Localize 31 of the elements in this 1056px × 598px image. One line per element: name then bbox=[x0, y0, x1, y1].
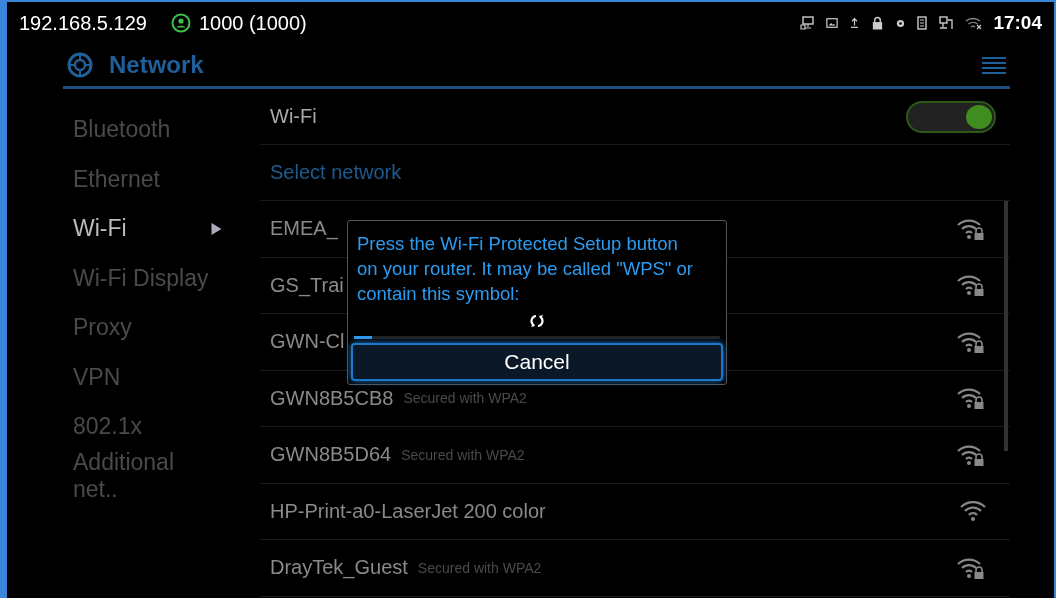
cancel-button[interactable]: Cancel bbox=[351, 343, 723, 381]
sidebar-item[interactable]: 802.1x bbox=[63, 402, 232, 452]
upload-icon bbox=[850, 17, 860, 29]
dialog-message: Press the Wi-Fi Protected Setup button on your router. It may be called "WPS" or contain this symbol: bbox=[356, 232, 694, 306]
section-title: Select network bbox=[270, 161, 402, 184]
desktop-icon bbox=[939, 16, 954, 30]
menu-icon[interactable] bbox=[982, 56, 1006, 74]
network-item[interactable]: DrayTek_Guest Secured with WPA2 bbox=[260, 540, 1010, 597]
sidebar-item[interactable]: VPN bbox=[63, 352, 232, 402]
wps-icon bbox=[530, 314, 544, 328]
sidebar-item[interactable]: Wi-Fi bbox=[63, 204, 232, 254]
page-title: Network bbox=[109, 51, 204, 79]
ip-address: 192.168.5.129 bbox=[19, 11, 147, 35]
sidebar-item[interactable]: Proxy bbox=[63, 303, 232, 353]
sidebar-item[interactable]: Additional net.. bbox=[63, 451, 232, 501]
image-icon bbox=[826, 17, 839, 29]
clock-time: 17:04 bbox=[993, 12, 1042, 34]
account-icon bbox=[170, 13, 191, 33]
sidebar-item[interactable]: Wi-Fi Display bbox=[63, 253, 232, 303]
wifi-toggle[interactable] bbox=[906, 100, 996, 133]
network-item[interactable]: HP-Print-a0-LaserJet 200 color bbox=[260, 483, 1010, 540]
sidebar-item[interactable]: Bluetooth bbox=[63, 105, 232, 155]
account-label: 1000 (1000) bbox=[198, 11, 307, 35]
wifi-label: Wi-Fi bbox=[270, 105, 317, 128]
lock-icon bbox=[871, 16, 885, 30]
network-item[interactable]: GWN8B5D64 Secured with WPA2 bbox=[260, 427, 1010, 484]
arrow-icon bbox=[211, 222, 222, 235]
wifi-off-icon bbox=[965, 16, 984, 30]
sidebar-item[interactable]: Ethernet bbox=[63, 154, 232, 204]
monitor-icon bbox=[800, 16, 815, 30]
globe-icon bbox=[67, 52, 93, 78]
